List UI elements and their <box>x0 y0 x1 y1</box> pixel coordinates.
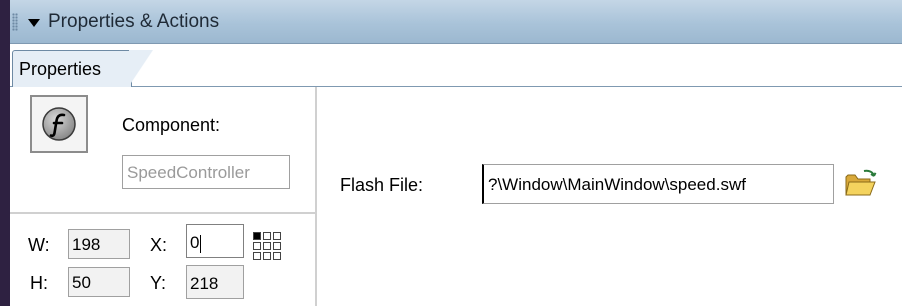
flash-icon <box>42 107 76 141</box>
properties-actions-panel: Properties & Actions Properties Componen… <box>10 0 902 306</box>
width-field[interactable]: 198 <box>68 229 130 259</box>
properties-content: Component: SpeedController W: 198 X: 0 H… <box>10 87 902 306</box>
height-field[interactable]: 50 <box>68 267 130 297</box>
component-name-field[interactable]: SpeedController <box>122 155 290 189</box>
component-label: Component: <box>122 115 221 135</box>
component-pane: Component: SpeedController W: 198 X: 0 H… <box>10 87 317 306</box>
y-position-field[interactable]: 218 <box>186 265 244 299</box>
y-label: Y: <box>150 273 167 293</box>
height-label: H: <box>30 273 48 293</box>
reg-point-center[interactable] <box>263 242 271 250</box>
reg-point-bottom-left[interactable] <box>253 252 261 260</box>
x-label: X: <box>150 235 168 255</box>
open-folder-icon <box>845 169 877 196</box>
browse-folder-button[interactable] <box>844 169 878 199</box>
x-position-field[interactable]: 0 <box>186 224 244 258</box>
flash-file-path-field[interactable]: ?\Window\MainWindow\speed.swf <box>482 164 834 204</box>
reg-point-bottom-center[interactable] <box>263 252 271 260</box>
tab-label: Properties <box>19 59 102 79</box>
reg-point-bottom-right[interactable] <box>273 252 281 260</box>
width-label: W: <box>28 235 50 255</box>
flash-file-label: Flash File: <box>340 175 424 195</box>
reg-point-middle-right[interactable] <box>273 242 281 250</box>
x-position-value: 0 <box>190 233 200 252</box>
divider <box>10 212 315 214</box>
tab-properties[interactable]: Properties <box>12 50 153 87</box>
reg-point-top-center[interactable] <box>263 232 271 240</box>
text-caret <box>200 234 202 253</box>
panel-titlebar[interactable]: Properties & Actions <box>10 0 902 44</box>
component-icon-box[interactable] <box>30 95 88 153</box>
panel-title: Properties & Actions <box>48 11 220 32</box>
reg-point-top-left[interactable] <box>253 232 261 240</box>
collapse-arrow-icon[interactable] <box>28 19 40 27</box>
reg-point-top-right[interactable] <box>273 232 281 240</box>
drag-grip-icon[interactable] <box>12 13 18 31</box>
registration-point-grid-icon[interactable] <box>253 232 283 262</box>
tab-strip: Properties <box>10 44 902 87</box>
reg-point-middle-left[interactable] <box>253 242 261 250</box>
